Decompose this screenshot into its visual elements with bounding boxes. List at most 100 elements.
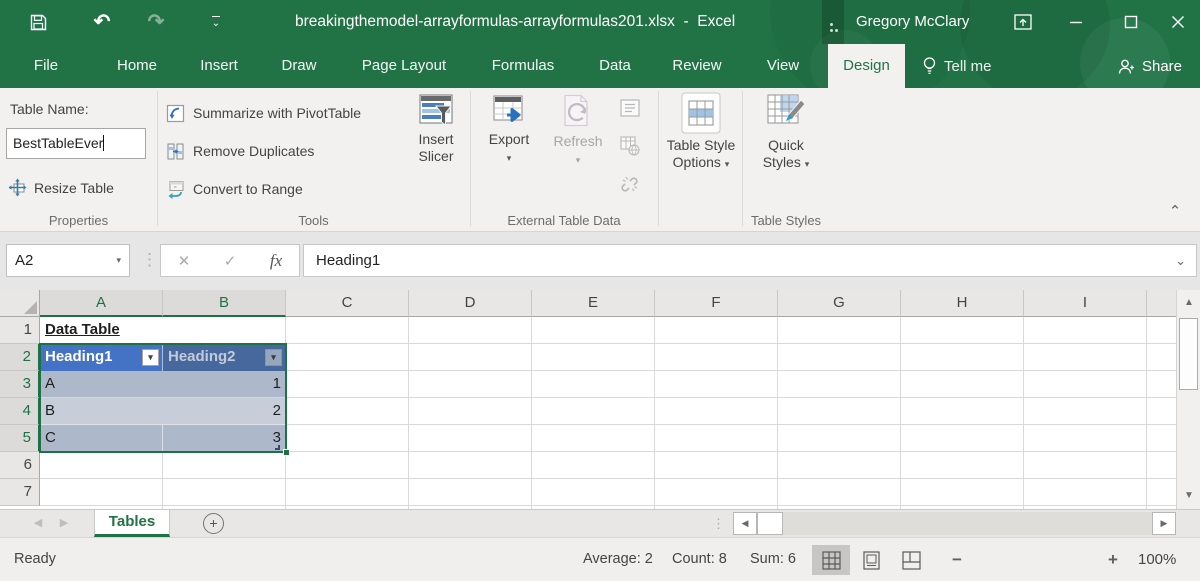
next-sheet-button[interactable]: ▶ bbox=[54, 510, 74, 537]
zoom-level[interactable]: 100% bbox=[1138, 538, 1176, 581]
convert-to-range-button[interactable]: Convert to Range bbox=[166, 178, 303, 200]
minimize-button[interactable] bbox=[1053, 0, 1098, 44]
row-header-7[interactable]: 7 bbox=[0, 479, 40, 506]
table-name-input[interactable]: BestTableEver bbox=[6, 128, 146, 159]
cell-b4[interactable]: 2 bbox=[163, 398, 286, 425]
tab-insert[interactable]: Insert bbox=[190, 44, 248, 88]
tab-formulas[interactable]: Formulas bbox=[484, 44, 562, 88]
column-header-c[interactable]: C bbox=[286, 290, 409, 317]
save-button[interactable] bbox=[20, 0, 56, 44]
scroll-right-button[interactable]: ▶ bbox=[1152, 512, 1176, 535]
name-box[interactable]: A2 ▾ bbox=[6, 244, 130, 277]
row-header-6[interactable]: 6 bbox=[0, 452, 40, 479]
summarize-with-pivottable-button[interactable]: Summarize with PivotTable bbox=[166, 102, 361, 124]
cell-b3[interactable]: 1 bbox=[163, 371, 286, 398]
column-header-b[interactable]: B bbox=[163, 290, 286, 317]
insert-slicer-button[interactable]: Insert Slicer bbox=[405, 94, 467, 165]
open-in-browser-button-disabled[interactable] bbox=[618, 134, 642, 158]
data-range-properties-button-disabled[interactable] bbox=[618, 96, 642, 120]
share-button[interactable]: Share bbox=[1107, 44, 1192, 88]
page-break-preview-button[interactable] bbox=[892, 545, 930, 575]
enter-button[interactable]: ✓ bbox=[207, 252, 253, 270]
remove-duplicates-button[interactable]: Remove Duplicates bbox=[166, 140, 314, 162]
maximize-button[interactable] bbox=[1108, 0, 1153, 44]
expand-formula-bar-button[interactable]: ⌄ bbox=[1175, 245, 1186, 276]
table-resize-handle[interactable] bbox=[275, 445, 280, 450]
sheet-tab-tables[interactable]: Tables bbox=[94, 510, 170, 537]
cell-a2-active[interactable]: Heading1 ▾ bbox=[40, 344, 163, 371]
select-all-button[interactable] bbox=[0, 290, 40, 317]
tab-page-layout[interactable]: Page Layout bbox=[350, 44, 458, 88]
close-button[interactable] bbox=[1155, 0, 1200, 44]
status-count[interactable]: Count: 8 bbox=[672, 538, 727, 581]
fill-handle[interactable] bbox=[283, 449, 290, 456]
tab-draw[interactable]: Draw bbox=[272, 44, 326, 88]
row-header-4[interactable]: 4 bbox=[0, 398, 40, 425]
cancel-button[interactable]: ✕ bbox=[161, 252, 207, 270]
column-header-d[interactable]: D bbox=[409, 290, 532, 317]
insert-function-button[interactable]: fx bbox=[253, 251, 299, 271]
resize-table-button[interactable]: Resize Table bbox=[8, 178, 114, 197]
column-header-partial[interactable] bbox=[1147, 290, 1176, 317]
row-header-1[interactable]: 1 bbox=[0, 317, 40, 344]
zoom-out-button[interactable]: − bbox=[952, 538, 962, 581]
collapse-ribbon-button[interactable]: ⌃ bbox=[1164, 202, 1186, 222]
formula-input[interactable]: Heading1 ⌄ bbox=[303, 244, 1197, 277]
filter-dropdown-button[interactable]: ▾ bbox=[265, 349, 282, 366]
tab-design-active[interactable]: Design bbox=[828, 44, 905, 88]
excel-table[interactable]: Heading1 ▾ Heading2 ▾ A 1 B 2 C 3 bbox=[39, 343, 290, 456]
tab-bar-resize-handle[interactable]: ⋮ bbox=[712, 510, 725, 537]
column-header-e[interactable]: E bbox=[532, 290, 655, 317]
chevron-down-icon[interactable]: ▾ bbox=[116, 245, 121, 276]
status-sum[interactable]: Sum: 6 bbox=[750, 538, 796, 581]
worksheet-grid[interactable]: A B C D E F G H I 1 2 3 4 5 6 7 Data Tab… bbox=[0, 290, 1176, 509]
undo-button[interactable]: ↶ bbox=[84, 0, 120, 44]
column-header-f[interactable]: F bbox=[655, 290, 778, 317]
signed-in-user[interactable]: Gregory McClary bbox=[856, 0, 969, 44]
new-sheet-button[interactable]: + bbox=[203, 513, 224, 534]
customize-quick-access-button[interactable]: ⌄ bbox=[198, 0, 234, 44]
horizontal-scrollbar-thumb[interactable] bbox=[757, 512, 783, 535]
tell-me-box[interactable]: Tell me bbox=[922, 44, 992, 88]
tab-review[interactable]: Review bbox=[666, 44, 728, 88]
vertical-scrollbar[interactable]: ▲ ▼ bbox=[1176, 290, 1200, 509]
tab-data[interactable]: Data bbox=[588, 44, 642, 88]
export-button[interactable]: Export ▾ bbox=[480, 94, 538, 164]
tab-view[interactable]: View bbox=[756, 44, 810, 88]
column-header-h[interactable]: H bbox=[901, 290, 1024, 317]
tab-home[interactable]: Home bbox=[106, 44, 168, 88]
scroll-up-button[interactable]: ▲ bbox=[1177, 290, 1200, 316]
cell-a1[interactable]: Data Table bbox=[40, 317, 163, 344]
column-header-i[interactable]: I bbox=[1024, 290, 1147, 317]
row-header-3[interactable]: 3 bbox=[0, 371, 40, 398]
vertical-scrollbar-thumb[interactable] bbox=[1179, 318, 1198, 390]
normal-view-button[interactable] bbox=[812, 545, 850, 575]
cell-a5[interactable]: C bbox=[40, 425, 163, 452]
cell-a4[interactable]: B bbox=[40, 398, 163, 425]
tab-file[interactable]: File bbox=[24, 44, 68, 88]
redo-button[interactable]: ↷ bbox=[138, 0, 174, 44]
page-layout-view-button[interactable] bbox=[852, 545, 890, 575]
filter-dropdown-button[interactable]: ▾ bbox=[142, 349, 159, 366]
table-styles-group-label: Table Styles bbox=[750, 213, 822, 228]
scroll-down-button[interactable]: ▼ bbox=[1177, 483, 1200, 509]
column-header-a[interactable]: A bbox=[40, 290, 163, 317]
quick-styles-button[interactable]: Quick Styles ▾ bbox=[748, 92, 824, 173]
account-strip[interactable] bbox=[822, 0, 844, 44]
unlink-button-disabled[interactable] bbox=[618, 172, 642, 196]
previous-sheet-button[interactable]: ◀ bbox=[28, 510, 48, 537]
zoom-in-button[interactable]: + bbox=[1108, 538, 1118, 581]
horizontal-scrollbar[interactable]: ◀ ▶ bbox=[733, 512, 1176, 535]
ribbon-display-options-button[interactable] bbox=[1000, 0, 1045, 44]
cell-a3[interactable]: A bbox=[40, 371, 163, 398]
row-header-2[interactable]: 2 bbox=[0, 344, 40, 371]
status-average[interactable]: Average: 2 bbox=[583, 538, 653, 581]
table-style-options-button[interactable]: Table Style Options ▾ bbox=[660, 92, 742, 173]
refresh-button-disabled[interactable]: Refresh ▾ bbox=[546, 94, 610, 166]
row-header-5[interactable]: 5 bbox=[0, 425, 40, 452]
cell-b5[interactable]: 3 bbox=[163, 425, 286, 452]
column-header-g[interactable]: G bbox=[778, 290, 901, 317]
scroll-left-button[interactable]: ◀ bbox=[733, 512, 757, 535]
cell-b2[interactable]: Heading2 ▾ bbox=[163, 344, 286, 371]
formula-bar-resize-handle[interactable]: ⋮ bbox=[141, 246, 158, 274]
